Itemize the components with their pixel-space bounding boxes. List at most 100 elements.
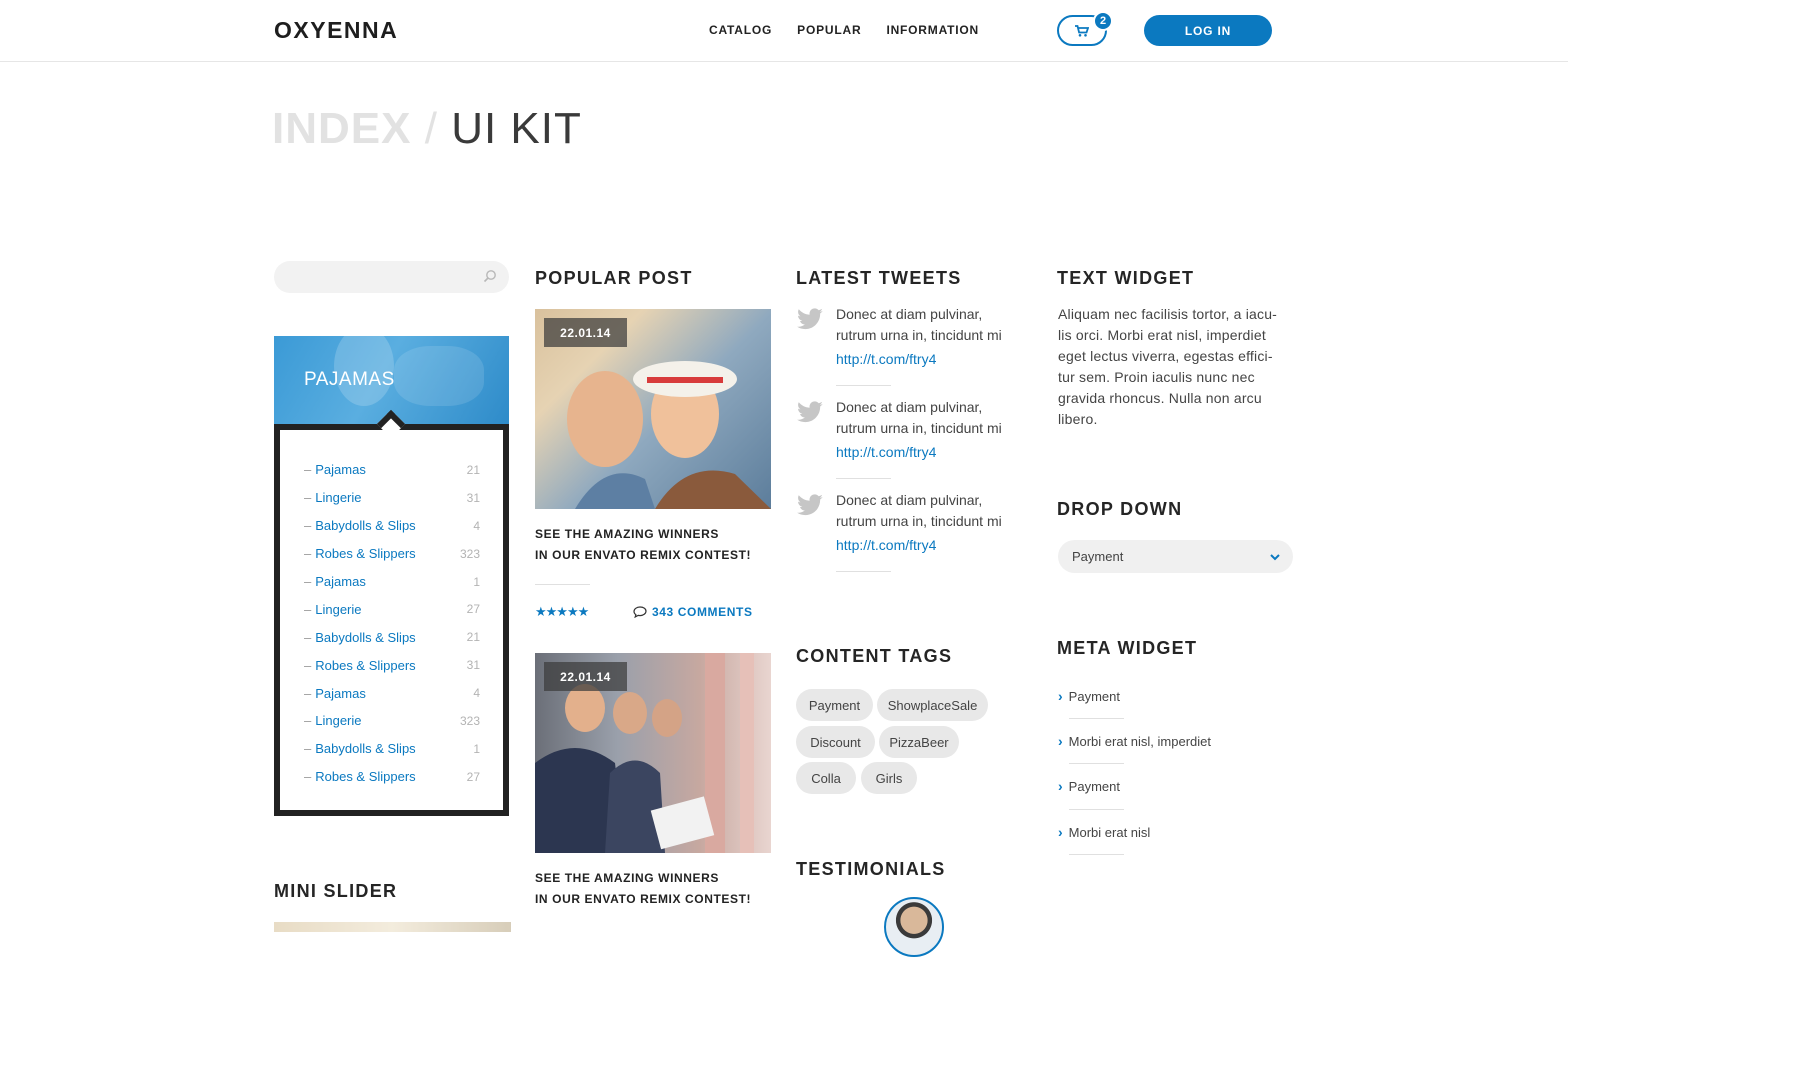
tag-pizzabeer[interactable]: PizzaBeer bbox=[879, 726, 959, 758]
post-title-line: IN OUR ENVATO REMIX CONTEST! bbox=[535, 548, 752, 562]
tweet-text: Donec at diam pulvinar, rutrum urna in, … bbox=[836, 490, 1036, 532]
main-nav: CATALOG POPULAR INFORMATION bbox=[709, 23, 979, 37]
category-item[interactable]: – Lingerie 323 bbox=[304, 707, 480, 735]
twitter-icon bbox=[797, 494, 823, 516]
tag-payment[interactable]: Payment bbox=[796, 689, 873, 721]
site-header: OXYENNA CATALOG POPULAR INFORMATION 2 LO… bbox=[0, 0, 1568, 62]
payment-dropdown[interactable]: Payment bbox=[1058, 540, 1293, 573]
latest-tweets-heading: LATEST TWEETS bbox=[796, 268, 962, 288]
meta-item-label: Payment bbox=[1068, 688, 1120, 704]
category-label[interactable]: Robes & Slippers bbox=[315, 658, 415, 673]
chevron-right-icon: › bbox=[1058, 733, 1063, 749]
dash-icon: – bbox=[304, 741, 312, 757]
category-count: 27 bbox=[466, 602, 480, 617]
post-title-line: SEE THE AMAZING WINNERS bbox=[535, 871, 720, 885]
dash-icon: – bbox=[304, 462, 312, 478]
meta-widget-heading: META WIDGET bbox=[1057, 638, 1198, 658]
nav-catalog[interactable]: CATALOG bbox=[709, 23, 772, 37]
category-count: 21 bbox=[466, 630, 480, 645]
login-button[interactable]: LOG IN bbox=[1144, 15, 1272, 46]
rating-stars: ★★★★★ bbox=[535, 604, 589, 619]
tweet-link[interactable]: http://t.com/ftry4 bbox=[836, 537, 936, 553]
post-date-badge: 22.01.14 bbox=[544, 318, 627, 347]
tag-girls[interactable]: Girls bbox=[861, 762, 917, 794]
comment-icon bbox=[633, 606, 647, 618]
tweet-line: Donec at diam pulvinar, bbox=[836, 399, 983, 415]
category-banner-title: PAJAMAS bbox=[304, 369, 395, 390]
divider bbox=[836, 385, 891, 386]
category-label[interactable]: Lingerie bbox=[315, 713, 361, 728]
category-item[interactable]: – Pajamas 4 bbox=[304, 679, 480, 707]
category-item[interactable]: – Babydolls & Slips 1 bbox=[304, 735, 480, 763]
chevron-down-icon bbox=[1270, 554, 1280, 561]
category-label[interactable]: Lingerie bbox=[315, 490, 361, 505]
category-count: 323 bbox=[459, 546, 480, 561]
tag-colla[interactable]: Colla bbox=[796, 762, 856, 794]
meta-item[interactable]: › Payment bbox=[1058, 688, 1120, 704]
nav-popular[interactable]: POPULAR bbox=[797, 23, 861, 37]
twitter-icon bbox=[797, 308, 823, 330]
category-count: 4 bbox=[473, 518, 480, 533]
category-label[interactable]: Babydolls & Slips bbox=[315, 630, 415, 645]
mini-slider-heading: MINI SLIDER bbox=[274, 881, 398, 901]
category-label[interactable]: Babydolls & Slips bbox=[315, 741, 415, 756]
divider bbox=[1069, 763, 1124, 764]
post-title-line: SEE THE AMAZING WINNERS bbox=[535, 527, 720, 541]
post-title[interactable]: SEE THE AMAZING WINNERS IN OUR ENVATO RE… bbox=[535, 524, 771, 566]
meta-item-label: Morbi erat nisl, imperdiet bbox=[1068, 733, 1211, 749]
category-item[interactable]: – Babydolls & Slips 21 bbox=[304, 623, 480, 651]
category-item[interactable]: – Robes & Slippers 31 bbox=[304, 651, 480, 679]
breadcrumb-index[interactable]: INDEX bbox=[272, 104, 411, 153]
tag-discount[interactable]: Discount bbox=[796, 726, 875, 758]
category-label[interactable]: Lingerie bbox=[315, 602, 361, 617]
drop-down-heading: DROP DOWN bbox=[1057, 499, 1183, 519]
tweet-line: rutrum urna in, tincidunt mi bbox=[836, 327, 1002, 343]
comments-count: 343 COMMENTS bbox=[652, 605, 753, 619]
meta-item[interactable]: › Payment bbox=[1058, 778, 1120, 794]
category-label[interactable]: Pajamas bbox=[315, 462, 366, 477]
tweet-link[interactable]: http://t.com/ftry4 bbox=[836, 444, 936, 460]
category-label[interactable]: Pajamas bbox=[315, 574, 366, 589]
meta-item[interactable]: › Morbi erat nisl bbox=[1058, 824, 1150, 840]
category-item[interactable]: – Robes & Slippers 323 bbox=[304, 540, 480, 568]
category-label[interactable]: Robes & Slippers bbox=[315, 546, 415, 561]
nav-information[interactable]: INFORMATION bbox=[886, 23, 979, 37]
chevron-right-icon: › bbox=[1058, 778, 1063, 794]
divider bbox=[1069, 809, 1124, 810]
dash-icon: – bbox=[304, 546, 312, 562]
mini-slider[interactable] bbox=[274, 922, 511, 932]
logo[interactable]: OXYENNA bbox=[274, 17, 398, 44]
text-line: eget lectus viverra, egestas effici- bbox=[1058, 348, 1273, 364]
category-count: 1 bbox=[473, 574, 480, 589]
search-icon[interactable] bbox=[482, 268, 498, 284]
text-line: gravida rhoncus. Nulla non arcu bbox=[1058, 390, 1262, 406]
category-item[interactable]: – Robes & Slippers 27 bbox=[304, 763, 480, 791]
comments-link[interactable]: 343 COMMENTS bbox=[633, 605, 753, 619]
page-title: INDEX / UI KIT bbox=[272, 104, 582, 154]
breadcrumb-separator: / bbox=[424, 104, 438, 153]
post-date-badge: 22.01.14 bbox=[544, 662, 627, 691]
category-item[interactable]: – Pajamas 1 bbox=[304, 568, 480, 596]
category-label[interactable]: Babydolls & Slips bbox=[315, 518, 415, 533]
category-label[interactable]: Pajamas bbox=[315, 686, 366, 701]
popular-post-heading: POPULAR POST bbox=[535, 268, 693, 288]
dash-icon: – bbox=[304, 601, 312, 617]
category-item[interactable]: – Lingerie 27 bbox=[304, 595, 480, 623]
tag-showplacesale[interactable]: ShowplaceSale bbox=[877, 689, 988, 721]
category-item[interactable]: – Lingerie 31 bbox=[304, 484, 480, 512]
tweet-link[interactable]: http://t.com/ftry4 bbox=[836, 351, 936, 367]
chevron-right-icon: › bbox=[1058, 824, 1063, 840]
category-count: 4 bbox=[473, 686, 480, 701]
meta-item-label: Payment bbox=[1068, 778, 1120, 794]
divider bbox=[836, 571, 891, 572]
meta-item[interactable]: › Morbi erat nisl, imperdiet bbox=[1058, 733, 1211, 749]
category-item[interactable]: – Pajamas 21 bbox=[304, 456, 480, 484]
category-item[interactable]: – Babydolls & Slips 4 bbox=[304, 512, 480, 540]
tweet-line: Donec at diam pulvinar, bbox=[836, 492, 983, 508]
tweet-text: Donec at diam pulvinar, rutrum urna in, … bbox=[836, 397, 1036, 439]
category-label[interactable]: Robes & Slippers bbox=[315, 769, 415, 784]
post-title-line: IN OUR ENVATO REMIX CONTEST! bbox=[535, 892, 752, 906]
search-input[interactable] bbox=[274, 261, 509, 293]
tweet-line: rutrum urna in, tincidunt mi bbox=[836, 513, 1002, 529]
post-title[interactable]: SEE THE AMAZING WINNERS IN OUR ENVATO RE… bbox=[535, 868, 771, 910]
